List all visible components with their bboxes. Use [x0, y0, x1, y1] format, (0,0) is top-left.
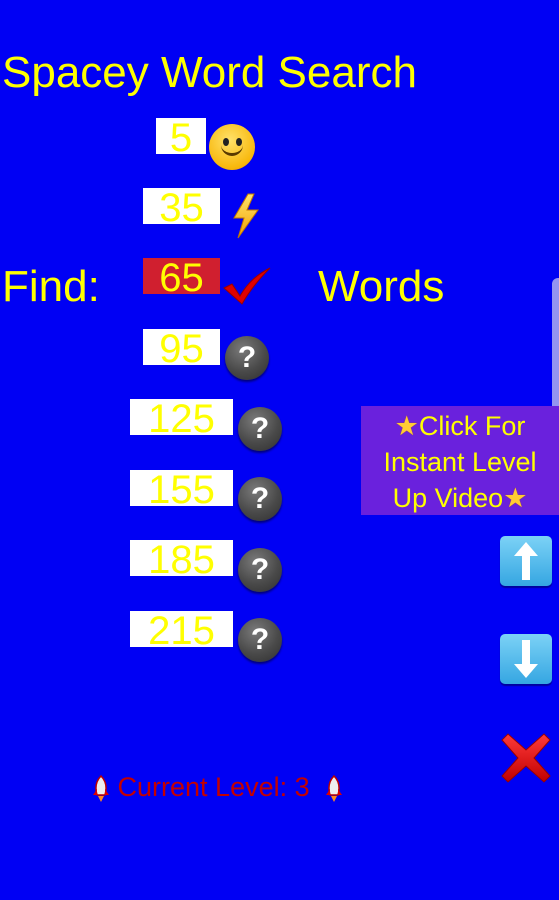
level-option-185[interactable]: 185 [130, 540, 233, 580]
arrow-up-icon [514, 542, 538, 580]
question-mark-icon[interactable]: ? [225, 336, 269, 380]
level-option-215[interactable]: 215 [130, 611, 233, 651]
star-icon: ★ [503, 483, 528, 513]
scroll-up-button[interactable] [500, 536, 552, 586]
app-title: Spacey Word Search [2, 48, 417, 97]
checkmark-icon [223, 267, 271, 305]
rocket-icon [326, 774, 343, 802]
question-mark-icon[interactable]: ? [238, 548, 282, 592]
find-label: Find: [2, 262, 100, 311]
smiley-face-icon [209, 124, 255, 170]
rocket-icon [93, 774, 109, 802]
level-option-5[interactable]: 5 [156, 118, 206, 158]
instant-level-up-video-button[interactable]: ★Click For Instant Level Up Video★ [361, 406, 559, 515]
question-mark-icon[interactable]: ? [238, 477, 282, 521]
level-option-95[interactable]: 95 [143, 329, 220, 369]
lightning-bolt-icon [233, 193, 259, 239]
star-icon: ★ [394, 411, 419, 441]
question-mark-icon[interactable]: ? [238, 407, 282, 451]
level-option-65-selected[interactable]: 65 [143, 258, 220, 298]
words-label: Words [318, 262, 445, 311]
level-option-125[interactable]: 125 [130, 399, 233, 439]
current-level-status: Current Level: 3 [92, 770, 343, 804]
scroll-down-button[interactable] [500, 634, 552, 684]
level-option-155[interactable]: 155 [130, 470, 233, 510]
arrow-down-icon [514, 640, 538, 678]
question-mark-icon[interactable]: ? [238, 618, 282, 662]
close-x-icon[interactable] [500, 732, 552, 784]
level-option-35[interactable]: 35 [143, 188, 220, 228]
